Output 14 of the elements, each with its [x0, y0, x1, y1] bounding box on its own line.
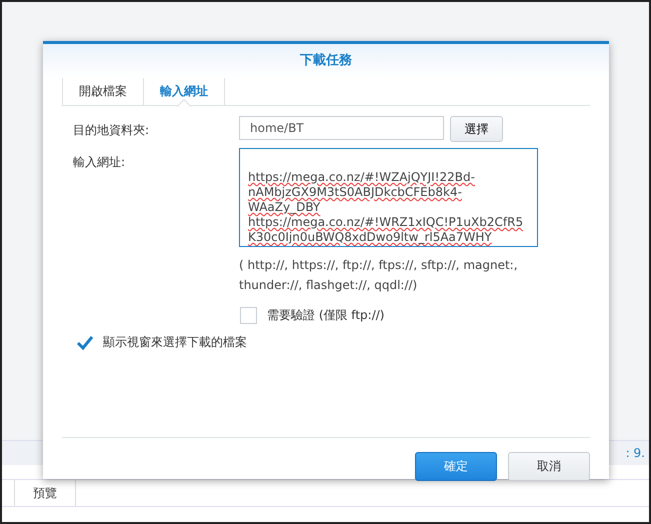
- status-text: : 9.: [626, 446, 645, 460]
- tab[interactable]: 預覽: [14, 480, 76, 506]
- dialog-title: 下載任務: [43, 44, 609, 78]
- hint-text: ( http://, https://, ftp://, ftps://, sftp://, magnet:, thunder://, flashget://, qqdl://): [239, 257, 519, 294]
- cancel-button[interactable]: 取消: [508, 452, 590, 481]
- field-label: 輸入網址:: [73, 154, 126, 171]
- folder-field[interactable]: home/BT: [239, 116, 444, 140]
- checkbox[interactable]: [240, 307, 257, 324]
- checkbox-label: 顯示視窗來選擇下載的檔案: [103, 334, 247, 351]
- select-button[interactable]: 選擇: [450, 116, 503, 142]
- field-label: 目的地資料夾:: [73, 122, 150, 139]
- tab[interactable]: 開啟檔案: [62, 78, 143, 105]
- checkbox-label: 需要驗證 (僅限 ftp://): [267, 307, 384, 324]
- url-field[interactable]: https://mega.co.nz/#!WZAjQYJI!22Bd-nAMbjzGX9M3tS0ABJDkcbCFEb8k4-WAaZy_DBY https://mega.co.nz/#!WRZ1xIQC!P1uXb2CfR5K30c0Ijn0uBWQ8xdDwo9ltw_rl5Aa7WHY: [239, 148, 538, 247]
